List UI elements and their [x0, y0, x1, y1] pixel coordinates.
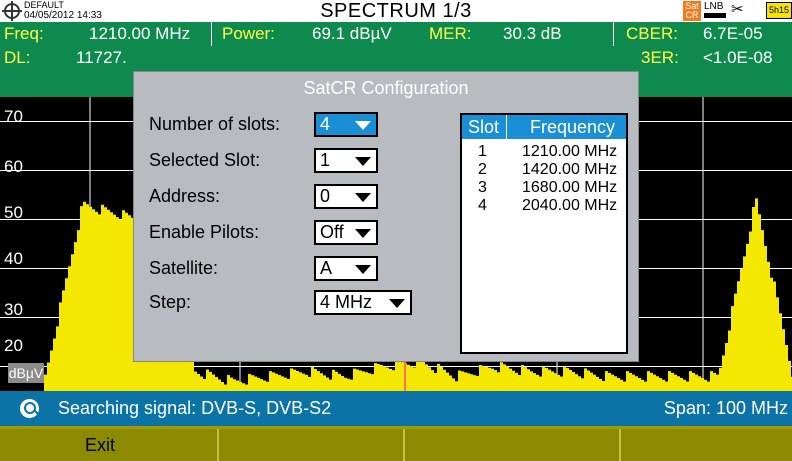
dialog-title: SatCR Configuration	[134, 72, 638, 104]
slot-cell: 2	[478, 161, 487, 178]
enable-pilots-dropdown[interactable]: Off	[314, 220, 378, 245]
dropdown-value: A	[320, 258, 333, 278]
field-label: Step:	[149, 292, 192, 312]
dropdown-value: 4 MHz	[320, 292, 373, 312]
chevron-down-icon	[355, 229, 371, 238]
dropdown-value: Off	[320, 222, 344, 242]
exit-button[interactable]: Exit	[0, 429, 217, 461]
chevron-down-icon	[355, 193, 371, 202]
slot-cell: 3	[478, 179, 487, 196]
satcr-badge: Sat CR	[683, 1, 701, 21]
tools-icon: ✂	[731, 1, 744, 18]
mer-value: 30.3 dB	[503, 24, 562, 43]
frequency-cell: 2040.00 MHz	[522, 197, 618, 214]
field-label: Number of slots:	[149, 114, 281, 134]
chevron-down-icon	[355, 157, 371, 166]
address-dropdown[interactable]: 0	[314, 184, 378, 209]
slot-cell: 1	[478, 143, 487, 160]
softkey-bar: Exit	[0, 426, 792, 461]
power-label: Power:	[222, 24, 275, 43]
y-tick-label: 50	[4, 203, 23, 222]
y-tick-label: 30	[4, 300, 23, 319]
dropdown-value: 4	[320, 114, 331, 134]
chevron-down-icon	[355, 265, 371, 274]
y-tick-label: 60	[4, 157, 23, 176]
dl-value: 11727.	[76, 48, 127, 67]
mer-label: MER:	[429, 24, 472, 43]
step-dropdown[interactable]: 4 MHz	[314, 290, 412, 315]
dropdown-value: 0	[320, 186, 331, 206]
softkey-2[interactable]	[217, 429, 403, 461]
satcr-config-dialog: SatCR Configuration Number of slots: 4 S…	[133, 71, 639, 362]
meas-divider	[613, 22, 614, 46]
freq-label: Freq:	[4, 24, 44, 43]
dropdown-value: 1	[320, 150, 331, 170]
search-icon	[20, 399, 39, 418]
lnb-label: LNB	[704, 1, 724, 12]
span-indicator: Span: 100 MHz	[663, 398, 788, 418]
selected-slot-dropdown[interactable]: 1	[314, 148, 378, 173]
table-row[interactable]: 3 1680.00 MHz	[462, 179, 626, 197]
page-title: SPECTRUM 1/3	[320, 0, 472, 22]
column-header-frequency: Frequency	[530, 117, 616, 137]
meas-divider	[211, 22, 212, 46]
lnb-indicator	[704, 13, 726, 18]
measurement-row-1: Freq: 1210.00 MHz Power: 69.1 dBµV MER: …	[0, 22, 792, 46]
slot-cell: 4	[478, 197, 487, 214]
frequency-cell: 1210.00 MHz	[522, 143, 618, 160]
frequency-cell: 1680.00 MHz	[522, 179, 618, 196]
field-label: Selected Slot:	[149, 150, 261, 170]
freq-value: 1210.00 MHz	[89, 24, 191, 43]
status-text: Searching signal: DVB-S, DVB-S2	[58, 398, 332, 418]
field-label: Address:	[149, 186, 221, 206]
chevron-down-icon	[389, 299, 405, 308]
dl-label: DL:	[4, 48, 31, 67]
column-divider	[506, 115, 507, 139]
softkey-4[interactable]	[619, 429, 792, 461]
table-row[interactable]: 2 1420.00 MHz	[462, 161, 626, 179]
y-tick-label: 20	[4, 336, 23, 355]
power-value: 69.1 dBµV	[312, 24, 392, 43]
table-row[interactable]: 1 1210.00 MHz	[462, 143, 626, 161]
cber-label: CBER:	[626, 24, 678, 43]
measurement-row-2: DL: 11727. 3ER: <1.0E-08	[0, 46, 792, 70]
cber-value: 6.7E-05	[703, 24, 763, 43]
unit-label: dBµV	[8, 363, 44, 383]
status-bar: Searching signal: DVB-S, DVB-S2 Span: 10…	[0, 391, 792, 426]
slot-frequency-table: Slot Frequency 1 1210.00 MHz 2 1420.00 M…	[460, 113, 628, 354]
y-tick-label: 40	[4, 249, 23, 268]
ber-value: <1.0E-08	[703, 48, 773, 67]
battery-badge: 5h15	[766, 2, 792, 19]
title-bar: DEFAULT 04/05/2012 14:33 SPECTRUM 1/3 Sa…	[0, 0, 792, 22]
y-tick-label: 70	[4, 107, 23, 126]
table-row[interactable]: 4 2040.00 MHz	[462, 197, 626, 215]
table-header: Slot Frequency	[462, 115, 626, 139]
number-of-slots-dropdown[interactable]: 4	[314, 112, 378, 137]
softkey-3[interactable]	[403, 429, 619, 461]
chevron-down-icon	[355, 121, 371, 130]
field-label: Enable Pilots:	[149, 222, 260, 242]
column-header-slot: Slot	[468, 117, 500, 137]
ber-label: 3ER:	[641, 48, 679, 67]
satellite-dropdown[interactable]: A	[314, 256, 378, 281]
satcr-badge-line2: CR	[685, 10, 699, 20]
field-label: Satellite:	[149, 258, 219, 278]
frequency-cell: 1420.00 MHz	[522, 161, 618, 178]
